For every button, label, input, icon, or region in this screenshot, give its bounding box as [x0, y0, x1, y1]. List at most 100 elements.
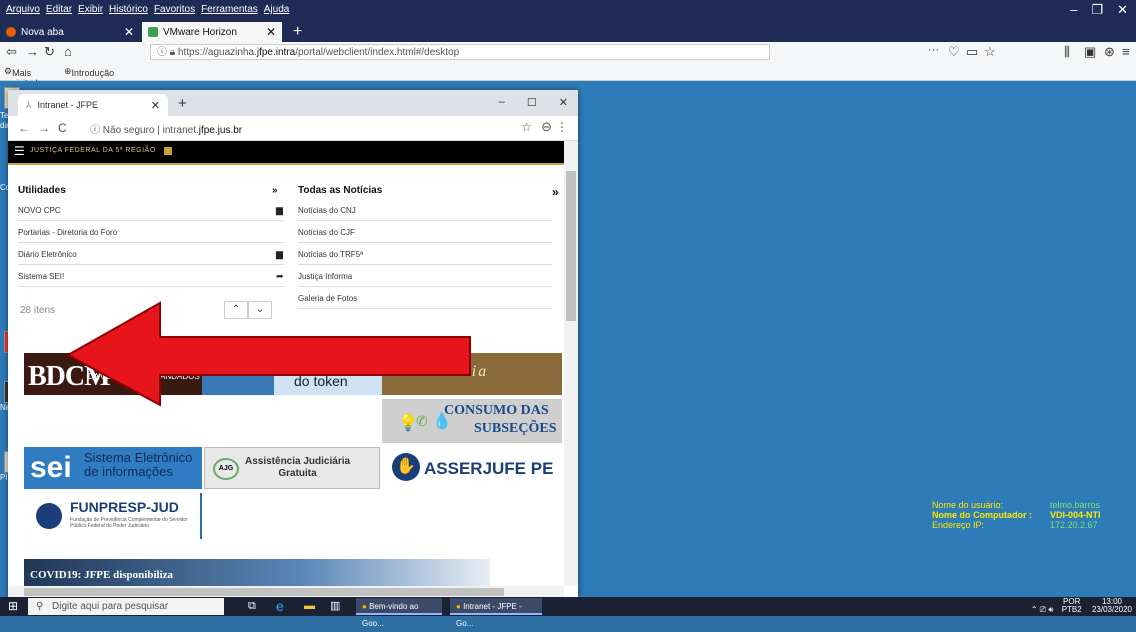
tab-intranet[interactable]: ⅄ Intranet - JFPE ✕ [18, 94, 168, 116]
taskbar-app-chrome-1[interactable]: ● Bem-vindo ao Goo... [356, 598, 442, 628]
list-item[interactable]: Sistema SEI! [18, 267, 284, 287]
news-item[interactable]: Notícias do CJF [298, 223, 552, 243]
back-icon[interactable]: ← [18, 121, 30, 135]
items-count: 28 itens [20, 305, 56, 316]
news-item[interactable]: Notícias do TRF5ª [298, 245, 552, 265]
asserjufe-banner[interactable]: ✋ ASSERJUFE PE [382, 447, 562, 489]
news-item[interactable]: Notícias do CNJ [298, 201, 552, 221]
info-icon[interactable]: ⓘ 🔒︎ [157, 47, 178, 58]
extension-icon[interactable]: ⊛ [1104, 44, 1115, 60]
site-header: ☰ JUSTIÇA FEDERAL DA 5ª REGIÃO [8, 141, 564, 165]
funpresp-logo-icon [36, 503, 62, 529]
ajg-line1: Assistência Judiciária [245, 456, 351, 467]
more-icon[interactable]: ··· [928, 44, 939, 56]
forward-icon[interactable]: → [26, 44, 39, 59]
maximize-icon[interactable]: ☐ [527, 96, 537, 109]
restore-icon[interactable]: ❐ [1091, 2, 1103, 18]
sei-line2: de informações [84, 464, 173, 479]
scroll-thumb[interactable] [566, 171, 576, 321]
pocket-icon[interactable]: ♡ [948, 44, 960, 60]
expand-utilidades-icon[interactable]: » [272, 185, 278, 196]
menu-arquivo[interactable]: Arquivo [6, 4, 40, 15]
minimize-icon[interactable]: – [1070, 2, 1077, 18]
lightbulb-icon: 💡 [398, 415, 418, 432]
list-item[interactable]: Portarias - Diretoria do Foro [18, 223, 284, 243]
windows-start-icon[interactable]: ⊞ [8, 599, 18, 613]
bookmark-label: Introdução [71, 68, 115, 78]
reader-icon[interactable]: ▭ [966, 44, 978, 60]
menu-icon[interactable]: ⋮ [556, 120, 568, 134]
back-icon[interactable]: ⇦ [6, 44, 17, 60]
ajg-banner[interactable]: AJG Assistência Judiciária Gratuita [204, 447, 380, 489]
task-view-icon[interactable]: ⧉ [248, 598, 256, 615]
menu-historico[interactable]: Histórico [109, 4, 148, 15]
language-indicator[interactable]: POR PTB2 [1062, 598, 1082, 614]
edge-icon[interactable]: e [276, 598, 284, 615]
vertical-scrollbar[interactable] [564, 141, 578, 586]
hamburger-menu-icon[interactable]: ≡ [1122, 44, 1130, 59]
site-brand: JUSTIÇA FEDERAL DA 5ª REGIÃO [30, 147, 156, 154]
sei-banner[interactable]: sei Sistema Eletrônico de informações [24, 447, 202, 489]
url-suffix: /portal/webclient/index.html#/desktop [295, 47, 460, 58]
covid-news-banner[interactable]: COVID19: JFPE disponibiliza [24, 559, 490, 586]
omnibox[interactable]: ⓘ Não seguro | intranet.jfpe.jus.br [90, 121, 242, 136]
scroll-thumb[interactable] [24, 588, 504, 596]
taskbar-search[interactable]: ⚲ Digite aqui para pesquisar [28, 598, 224, 615]
chrome-icon: ● [362, 602, 367, 611]
bookmarks-bar: ⚙︎ Mais visitados ⊕ Introdução [0, 64, 1136, 88]
menu-ferramentas[interactable]: Ferramentas [201, 4, 258, 15]
library-icon[interactable]: ⫼ [1064, 44, 1070, 60]
menu-favoritos[interactable]: Favoritos [154, 4, 195, 15]
list-item[interactable]: Diário Eletrônico [18, 245, 284, 265]
url-bar[interactable]: ⓘ 🔒︎ https://aguazinha.jfpe.intra/portal… [150, 44, 770, 60]
news-item[interactable]: Justiça Informa [298, 267, 552, 287]
forward-icon[interactable]: → [38, 121, 50, 135]
tab-nova-aba[interactable]: Nova aba ✕ [0, 22, 140, 42]
hamburger-menu-icon[interactable]: ☰ [14, 145, 25, 157]
taskbar-app-chrome-2[interactable]: ● Intranet - JFPE - Go... [450, 598, 542, 628]
close-tab-icon[interactable]: ✕ [266, 25, 276, 39]
bookmark-mais-visitados[interactable]: ⚙︎ Mais visitados [4, 66, 47, 88]
sidebar-icon[interactable]: ▣ [1084, 44, 1096, 60]
tab-vmware-horizon[interactable]: VMware Horizon ✕ [142, 22, 282, 42]
bookmark-star-icon[interactable]: ☆ [521, 120, 532, 134]
list-item[interactable]: NOVO CPC [18, 201, 284, 221]
clock[interactable]: 13:00 23/03/2020 [1092, 598, 1132, 614]
close-icon[interactable]: ✕ [1117, 2, 1128, 18]
ip-value: 172.20.2.67 [1050, 520, 1098, 530]
new-tab-button[interactable]: + [178, 95, 187, 112]
bookmark-star-icon[interactable]: ☆ [984, 44, 996, 60]
funpresp-banner[interactable]: FUNPRESP-JUD Fundação de Previdência Com… [24, 493, 202, 539]
file-explorer-icon[interactable]: ▬ [304, 598, 315, 615]
red-arrow-annotation [65, 301, 471, 407]
close-tab-icon[interactable]: ✕ [151, 99, 160, 112]
security-label: Não seguro [102, 125, 155, 136]
store-icon[interactable]: ▥ [330, 598, 340, 615]
reload-icon[interactable]: C [58, 121, 67, 135]
menu-exibir[interactable]: Exibir [78, 4, 103, 15]
search-placeholder: Digite aqui para pesquisar [52, 601, 169, 612]
close-icon[interactable]: ✕ [559, 96, 568, 109]
menu-editar[interactable]: Editar [46, 4, 72, 15]
bookmark-introducao[interactable]: ⊕ Introdução [64, 66, 114, 78]
menu-ajuda[interactable]: Ajuda [264, 4, 290, 15]
home-icon[interactable]: ⌂ [64, 44, 72, 59]
book-icon: ▆ [276, 205, 283, 215]
reload-icon[interactable]: ↻ [44, 44, 55, 60]
expand-noticias-icon[interactable]: » [552, 185, 559, 199]
url-host: jfpe.intra [256, 47, 296, 58]
close-tab-icon[interactable]: ✕ [124, 25, 134, 39]
user-label: Nome do usuário: [932, 500, 1004, 510]
url-prefix: intranet. [162, 125, 199, 136]
phone-icon: ✆ [416, 413, 428, 429]
tray-icons[interactable]: ⌃ ⎚ 🔊︎ [1031, 605, 1054, 614]
ip-label: Endereço IP: [932, 520, 985, 530]
account-icon[interactable]: ⊖ [541, 119, 552, 135]
system-tray[interactable]: ⌃ ⎚ 🔊︎ POR PTB2 13:00 23/03/2020 [1031, 598, 1132, 614]
sei-logo: sei [30, 451, 72, 484]
new-tab-button[interactable]: + [287, 22, 308, 42]
clock-date: 23/03/2020 [1091, 605, 1132, 614]
vmware-icon [148, 27, 158, 37]
ajg-text: Assistência Judiciária Gratuita [245, 456, 350, 480]
minimize-icon[interactable]: – [499, 96, 505, 109]
